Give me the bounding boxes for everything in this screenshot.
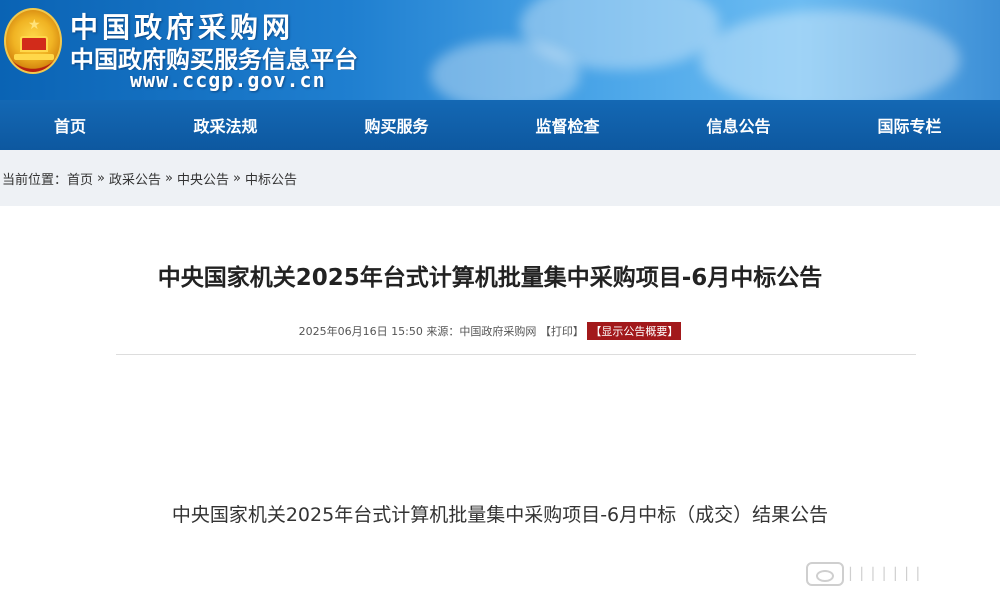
article-content: 中央国家机关2025年台式计算机批量集中采购项目-6月中标公告 2025年06月…	[0, 206, 1000, 596]
source-name: 中国政府采购网	[459, 325, 537, 338]
breadcrumb-separator: »	[97, 170, 105, 186]
breadcrumb-prefix: 当前位置：	[2, 172, 68, 188]
main-nav: 首页 政采法规 购买服务 监督检查 信息公告 国际专栏	[0, 100, 1000, 150]
site-subtitle: 中国政府购买服务信息平台	[70, 46, 358, 70]
breadcrumb-item-central-notices[interactable]: 中央公告	[177, 169, 229, 188]
watermark-icon	[806, 562, 844, 586]
source-label: 来源：	[426, 325, 460, 338]
title-divider	[116, 354, 916, 355]
article-meta: 2025年06月16日 15:50 来源：中国政府采购网 【打印】 【显示公告概…	[60, 322, 920, 340]
breadcrumb-item-procurement-notices[interactable]: 政采公告	[109, 169, 161, 188]
breadcrumb-item-award-notices[interactable]: 中标公告	[245, 169, 297, 188]
nav-item-international[interactable]: 国际专栏	[824, 113, 995, 137]
site-header-banner: ★ 中国政府采购网 中国政府购买服务信息平台 www.ccgp.gov.cn	[0, 0, 1000, 100]
breadcrumb-separator: »	[233, 170, 241, 186]
banner-cloud-decoration	[700, 10, 960, 100]
emblem-base	[14, 54, 54, 60]
article-subtitle: 中央国家机关2025年台式计算机批量集中采购项目-6月中标（成交）结果公告	[171, 504, 829, 526]
breadcrumb-separator: »	[165, 170, 173, 186]
print-button[interactable]: 【打印】	[540, 325, 584, 338]
show-summary-button[interactable]: 【显示公告概要】	[587, 322, 682, 340]
publish-datetime: 2025年06月16日 15:50	[298, 325, 423, 338]
nav-item-home[interactable]: 首页	[0, 113, 140, 137]
nav-item-announcements[interactable]: 信息公告	[653, 113, 824, 137]
article-title: 中央国家机关2025年台式计算机批量集中采购项目-6月中标公告	[157, 265, 823, 291]
watermark-mark: ▏▏▏▏▏▏▏	[850, 567, 929, 581]
nav-item-purchase-services[interactable]: 购买服务	[311, 113, 482, 137]
nav-item-regulations[interactable]: 政采法规	[140, 113, 311, 137]
breadcrumb-item-home[interactable]: 首页	[67, 169, 93, 188]
watermark-logo: ▏▏▏▏▏▏▏	[806, 560, 992, 588]
site-url[interactable]: www.ccgp.gov.cn	[130, 68, 350, 92]
nav-item-supervision[interactable]: 监督检查	[482, 113, 653, 137]
site-name[interactable]: 中国政府采购网	[70, 6, 400, 40]
tiananmen-gate-icon	[20, 36, 48, 52]
national-emblem-icon: ★	[4, 8, 62, 74]
star-icon: ★	[28, 17, 41, 33]
breadcrumb: 当前位置： 首页 » 政采公告 » 中央公告 » 中标公告	[0, 150, 1000, 206]
